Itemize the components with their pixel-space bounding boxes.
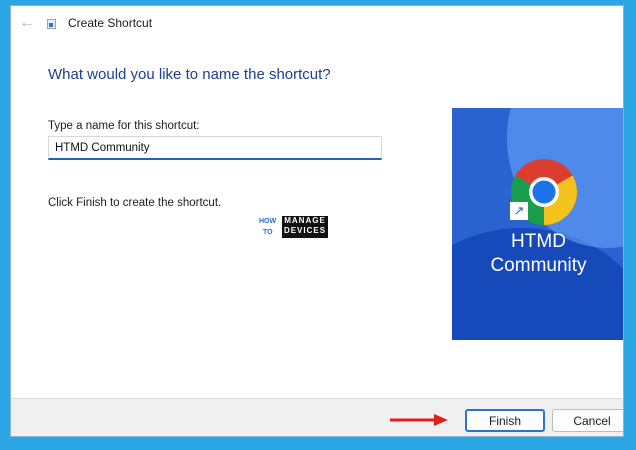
finish-button[interactable]: Finish: [465, 409, 545, 432]
dialog-footer: Finish Cancel: [11, 398, 623, 436]
desktop-shortcut-label: HTMD Community: [452, 230, 623, 278]
create-shortcut-dialog: ← Create Shortcut What would you like to…: [10, 5, 624, 437]
logo-how: HOW: [259, 218, 277, 225]
cancel-button[interactable]: Cancel: [552, 409, 623, 432]
shortcut-arrow-icon: ↗: [510, 202, 528, 220]
shortcut-label-line-1: HTMD: [511, 231, 566, 252]
shortcut-app-icon: [47, 19, 56, 29]
logo-line-2: DEVICES: [283, 226, 327, 235]
howtomanagedevices-logo: HOW TO MANAGE DEVICES: [259, 216, 329, 240]
logo-to: TO: [263, 229, 273, 236]
finish-instruction: Click Finish to create the shortcut.: [48, 197, 222, 209]
title-bar: ← Create Shortcut: [11, 6, 623, 42]
annotation-arrow-icon: [390, 414, 448, 426]
logo-line-1: MANAGE: [284, 216, 326, 225]
shortcut-name-input[interactable]: [48, 136, 382, 160]
wizard-heading: What would you like to name the shortcut…: [48, 66, 331, 83]
logo-box: MANAGE DEVICES: [282, 216, 328, 238]
shortcut-name-label: Type a name for this shortcut:: [48, 120, 200, 132]
window-title: Create Shortcut: [68, 16, 153, 30]
shortcut-preview-image: ↗ HTMD Community: [452, 108, 623, 340]
back-arrow-icon[interactable]: ←: [19, 14, 37, 32]
shortcut-label-line-2: Community: [490, 255, 587, 276]
